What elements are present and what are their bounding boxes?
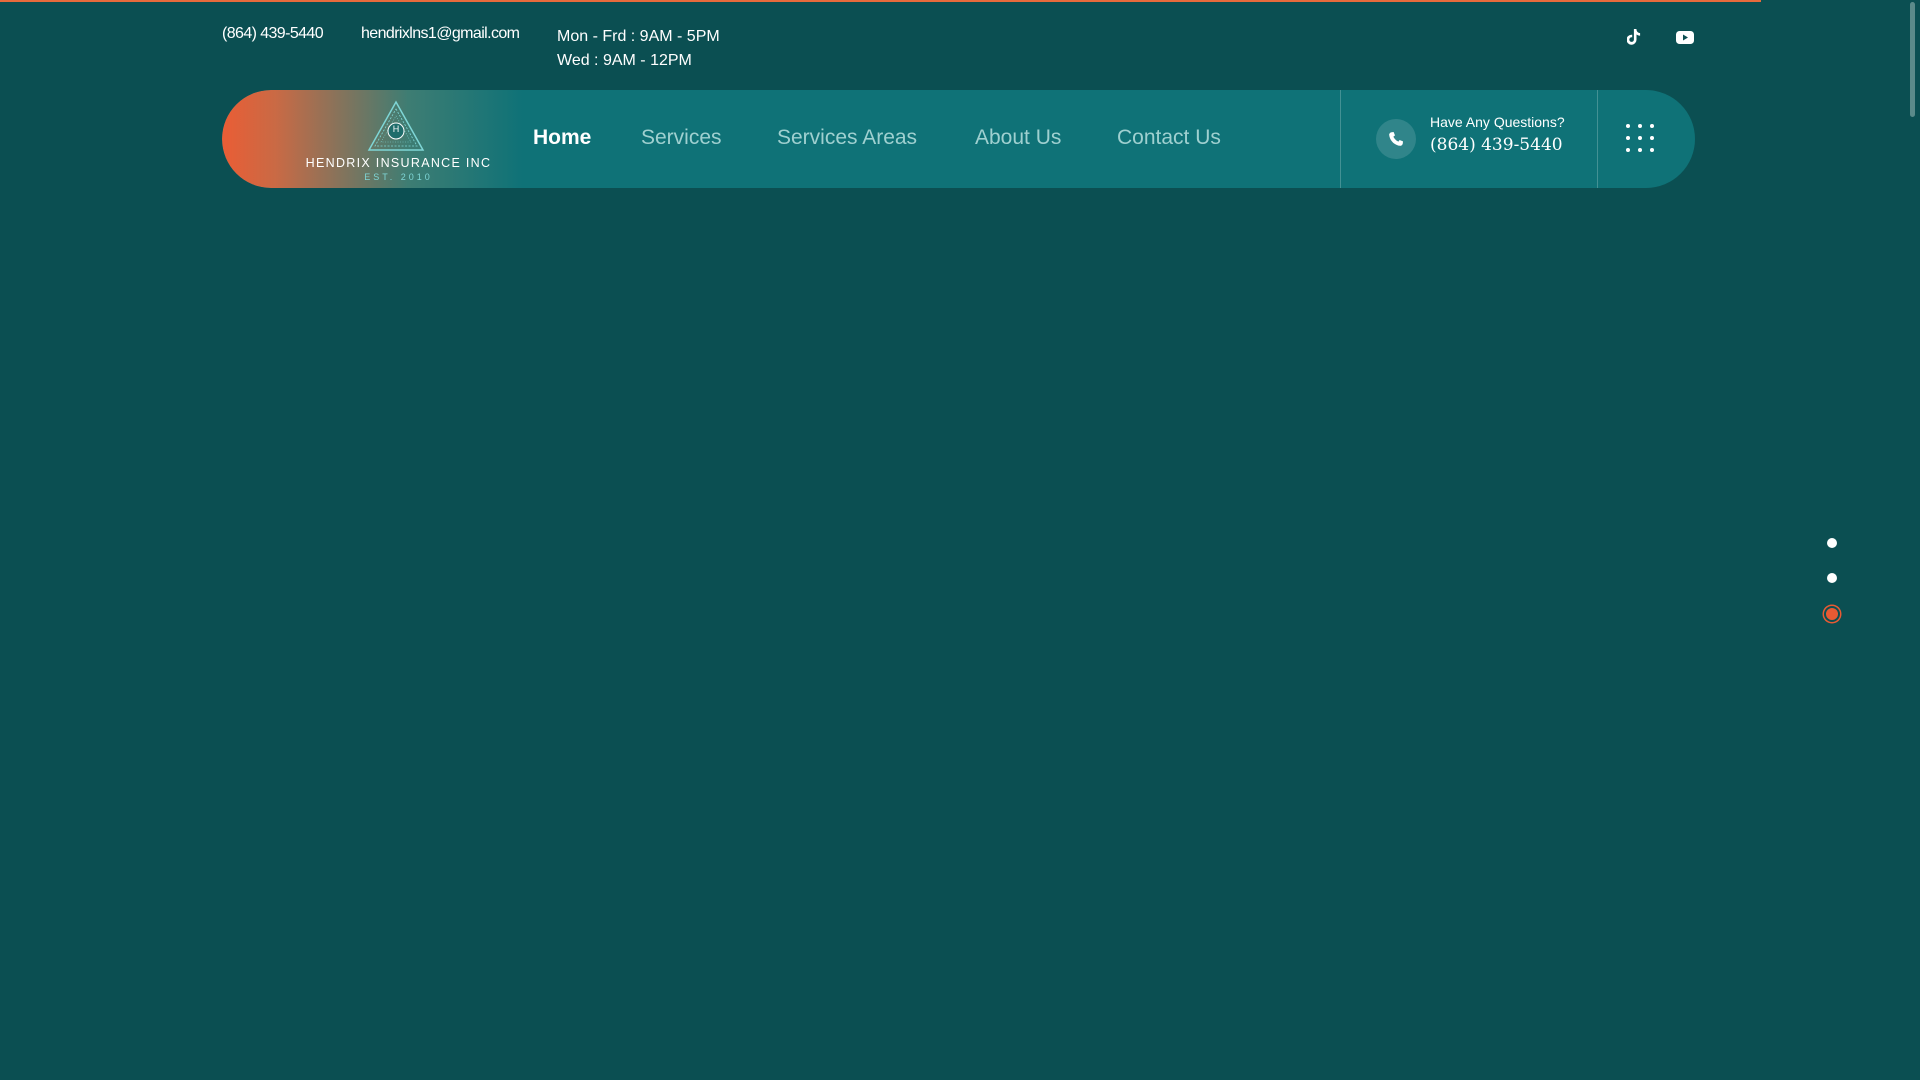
nav-services[interactable]: Services [641,126,722,150]
slider-dot-3-active[interactable] [1824,606,1840,622]
topbar-phone-link[interactable]: (864) 439-5440 [222,25,324,43]
business-hours: Mon - Frd : 9AM - 5PM Wed : 9AM - 12PM [557,25,720,73]
nav-about-us[interactable]: About Us [975,126,1061,150]
questions-label: Have Any Questions? [1430,114,1565,130]
hours-line-weekdays: Mon - Frd : 9AM - 5PM [557,28,720,45]
page-load-progress-line [0,0,1761,2]
topbar-email-link[interactable]: hendrixlns1@gmail.com [361,25,520,43]
logo[interactable]: H HENDRIX INSURANCE INC EST. 2010 [222,90,522,188]
hours-line-wednesday: Wed : 9AM - 12PM [557,52,692,69]
main-navbar: H HENDRIX INSURANCE INC EST. 2010 Home S… [222,90,1695,188]
navbar-divider [1340,90,1341,188]
logo-monogram: H [392,124,400,134]
youtube-icon[interactable] [1674,26,1696,48]
scrollbar[interactable] [1905,0,1920,1080]
nav-services-areas[interactable]: Services Areas [777,126,917,150]
tiktok-icon[interactable] [1623,26,1645,48]
questions-phone-link[interactable]: (864) 439-5440 [1430,135,1563,155]
phone-icon[interactable] [1376,119,1416,159]
navbar-divider [1597,90,1598,188]
scrollbar-thumb[interactable] [1910,2,1915,117]
nav-home[interactable]: Home [533,126,591,150]
slider-dot-1[interactable] [1827,538,1837,548]
slider-dot-2[interactable] [1827,573,1837,583]
logo-established: EST. 2010 [364,172,433,182]
page: (864) 439-5440 hendrixlns1@gmail.com Mon… [0,0,1920,1080]
nav-contact-us[interactable]: Contact Us [1117,126,1221,150]
grid-menu-icon[interactable] [1626,124,1656,154]
logo-company-name: HENDRIX INSURANCE INC [305,156,492,170]
